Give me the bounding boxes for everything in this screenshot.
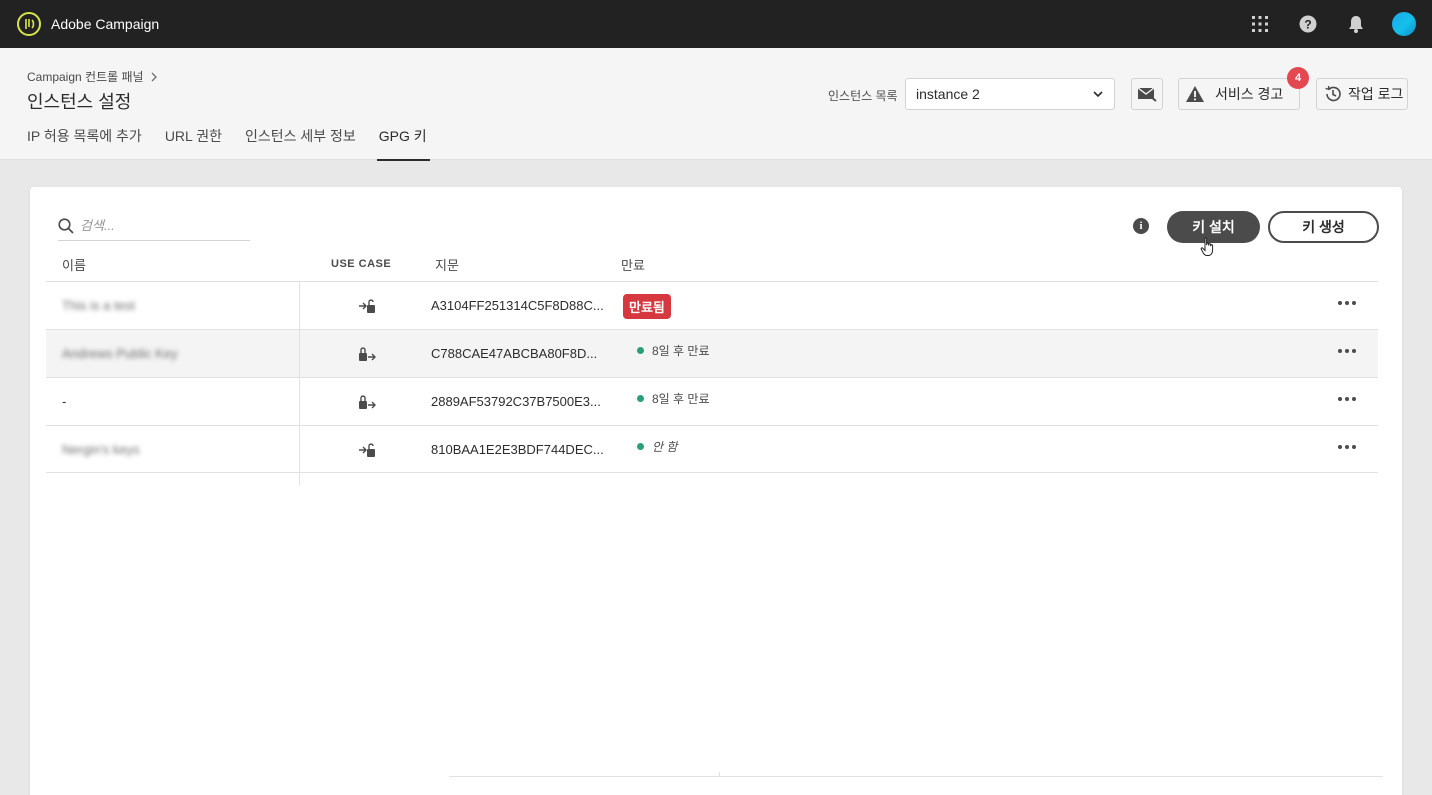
column-header-name[interactable]: 이름 (62, 255, 86, 274)
help-icon[interactable]: ? (1284, 0, 1332, 48)
active-status-dot (637, 395, 644, 402)
hand-pointer-cursor-icon (1200, 237, 1214, 256)
tab-url-permissions[interactable]: URL 권한 (165, 122, 222, 160)
encrypt-icon (358, 394, 376, 415)
generate-key-button[interactable]: 키 생성 (1268, 211, 1379, 243)
decrypt-icon (358, 298, 376, 319)
key-fingerprint: C788CAE47ABCBA80F8D... (431, 346, 598, 361)
divider (449, 776, 1383, 777)
app-header: Adobe Campaign ? (0, 0, 1432, 48)
expired-badge: 만료됨 (623, 294, 671, 319)
history-clock-icon (1325, 85, 1341, 102)
key-name: This is a test (62, 298, 135, 313)
expiration-text: 8일 후 만료 (652, 392, 710, 406)
chevron-down-icon (1093, 91, 1103, 98)
expiration-status: 안 함 (623, 438, 677, 455)
key-fingerprint: 2889AF53792C37B7500E3... (431, 394, 601, 409)
gpg-keys-table: This is a test A3104FF251314C5F8D88C... … (46, 281, 1378, 473)
info-icon[interactable]: i (1133, 218, 1149, 234)
apps-grid-icon[interactable] (1236, 0, 1284, 48)
search-box (58, 211, 250, 241)
tab-ip-allowlist[interactable]: IP 허용 목록에 추가 (27, 122, 142, 160)
search-icon (58, 217, 74, 234)
decrypt-icon (358, 442, 376, 463)
encrypt-icon (358, 346, 376, 367)
search-input[interactable] (80, 218, 240, 233)
active-status-dot (637, 347, 644, 354)
tab-bar: IP 허용 목록에 추가 URL 권한 인스턴스 세부 정보 GPG 키 (27, 122, 450, 161)
more-actions-icon[interactable] (1334, 439, 1360, 455)
expiration-text: 8일 후 만료 (652, 344, 710, 358)
more-actions-icon[interactable] (1334, 295, 1360, 311)
table-row[interactable]: This is a test A3104FF251314C5F8D88C... … (46, 281, 1378, 329)
more-actions-icon[interactable] (1334, 391, 1360, 407)
breadcrumb-link-control-panel[interactable]: Campaign 컨트롤 패널 (27, 68, 144, 85)
adobe-campaign-logo-icon[interactable] (17, 12, 41, 36)
column-divider (299, 281, 300, 485)
expiration-text: 안 함 (652, 440, 678, 454)
table-row[interactable]: - 2889AF53792C37B7500E3... 8일 후 만료 (46, 377, 1378, 425)
avatar (1392, 12, 1416, 36)
gpg-keys-panel: i 키 설치 키 생성 이름 USE CASE 지문 만료 This is a … (30, 187, 1402, 795)
notifications-bell-icon[interactable] (1332, 0, 1380, 48)
column-header-expiration[interactable]: 만료 (621, 255, 645, 274)
mail-icon (1137, 87, 1157, 102)
column-header-use-case[interactable]: USE CASE (331, 258, 391, 270)
more-actions-icon[interactable] (1334, 343, 1360, 359)
key-name: Andrews Public Key (62, 346, 178, 361)
active-status-dot (637, 443, 644, 450)
expiration-status: 만료됨 (623, 294, 671, 319)
svg-text:?: ? (1304, 18, 1311, 32)
app-title: Adobe Campaign (51, 16, 160, 32)
warning-icon (1186, 86, 1204, 102)
key-name: Nergin's keys (62, 442, 140, 457)
user-avatar[interactable] (1380, 0, 1428, 48)
table-row[interactable]: Nergin's keys 810BAA1E2E3BDF744DEC... 안 … (46, 425, 1378, 473)
alert-count-badge: 4 (1287, 67, 1309, 89)
page-title: 인스턴스 설정 (27, 92, 132, 112)
service-alerts-button[interactable]: 서비스 경고 (1178, 78, 1300, 110)
tab-gpg-keys[interactable]: GPG 키 (376, 122, 430, 161)
key-fingerprint: 810BAA1E2E3BDF744DEC... (431, 442, 604, 457)
chevron-right-icon (151, 72, 157, 81)
job-log-button[interactable]: 작업 로그 (1316, 78, 1408, 110)
column-header-fingerprint[interactable]: 지문 (435, 255, 459, 274)
expiration-status: 8일 후 만료 (623, 390, 710, 407)
instance-select-value: instance 2 (916, 86, 980, 102)
expiration-status: 8일 후 만료 (623, 342, 710, 359)
key-fingerprint: A3104FF251314C5F8D88C... (431, 298, 604, 313)
table-row[interactable]: Andrews Public Key C788CAE47ABCBA80F8D..… (46, 329, 1378, 377)
divider-tick (719, 772, 720, 777)
email-settings-button[interactable] (1131, 78, 1163, 110)
key-name: - (62, 394, 67, 409)
tab-instance-details[interactable]: 인스턴스 세부 정보 (245, 122, 356, 160)
page-header: Campaign 컨트롤 패널 인스턴스 설정 IP 허용 목록에 추가 URL… (0, 48, 1432, 161)
job-log-label: 작업 로그 (1348, 86, 1404, 102)
service-alerts-label: 서비스 경고 (1215, 86, 1284, 102)
instance-list-label: 인스턴스 목록 (828, 89, 898, 103)
instance-select[interactable]: instance 2 (905, 78, 1115, 110)
breadcrumb: Campaign 컨트롤 패널 (27, 68, 158, 85)
